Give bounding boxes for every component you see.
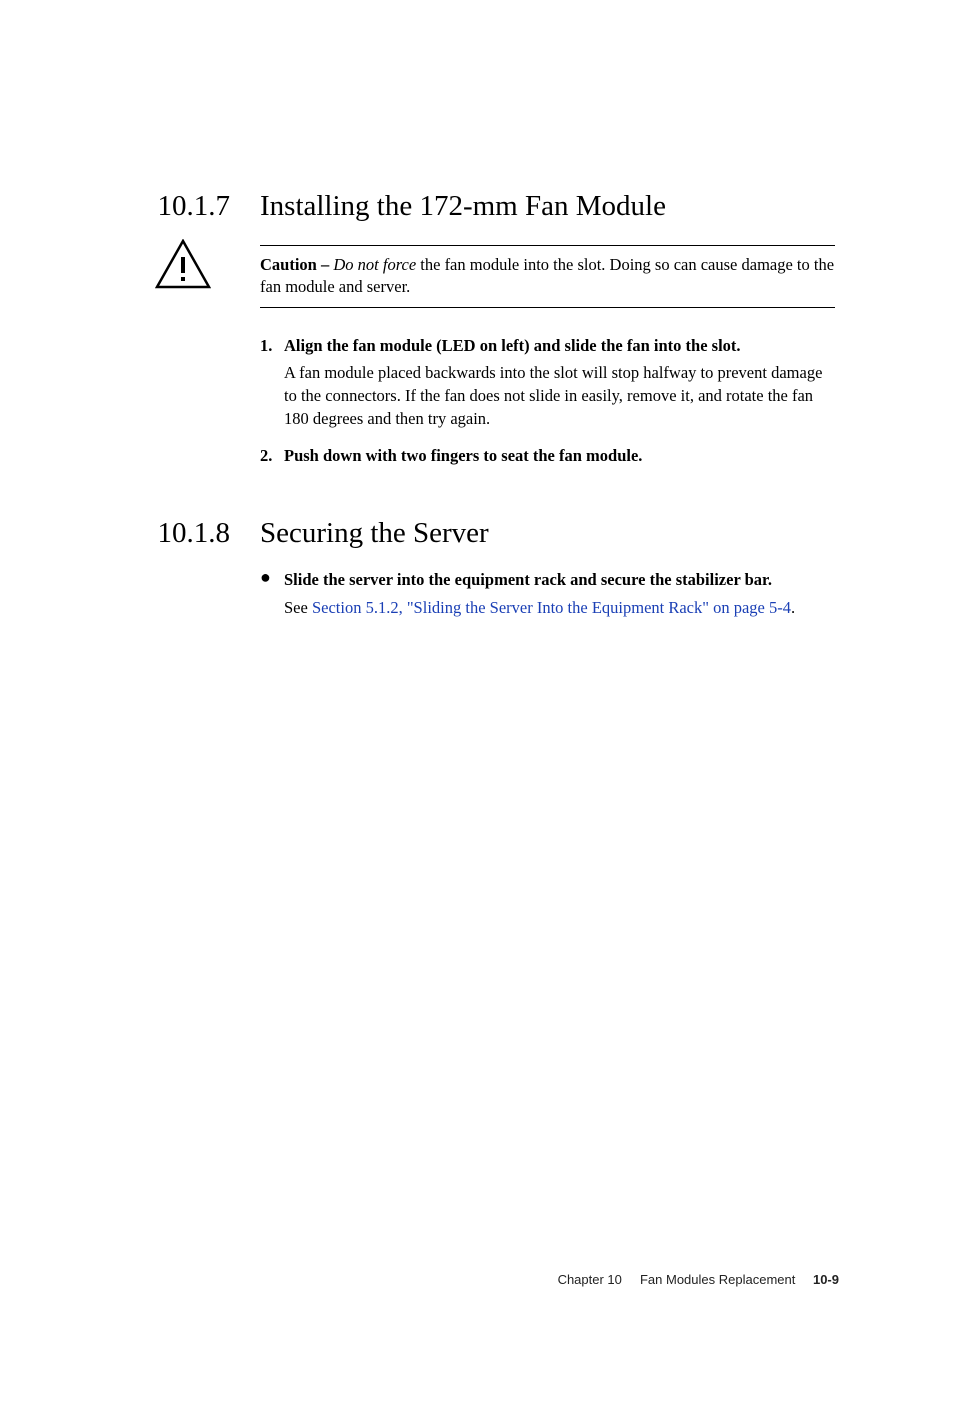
see-suffix: .: [791, 598, 795, 617]
caution-block: Caution – Do not force the fan module in…: [260, 245, 835, 308]
step-head: Push down with two fingers to seat the f…: [284, 444, 642, 467]
section-heading: 10.1.8 Securing the Server: [0, 517, 954, 550]
bullet-marker: ●: [260, 568, 284, 620]
step-number: 1.: [260, 334, 284, 430]
step-number: 2.: [260, 444, 284, 467]
caution-text: Caution – Do not force the fan module in…: [260, 246, 835, 307]
caution-label: Caution –: [260, 255, 329, 274]
section-title: Installing the 172-mm Fan Module: [260, 190, 666, 223]
bullet-item: ● Slide the server into the equipment ra…: [260, 568, 835, 620]
section-number: 10.1.7: [0, 190, 260, 223]
bullet-list: ● Slide the server into the equipment ra…: [260, 568, 835, 620]
page-footer: Chapter 10 Fan Modules Replacement 10-9: [558, 1272, 839, 1287]
step-item: 1. Align the fan module (LED on left) an…: [260, 334, 835, 430]
caution-emphasis: Do not force: [333, 255, 416, 274]
section-title: Securing the Server: [260, 517, 489, 550]
section-number: 10.1.8: [0, 517, 260, 550]
footer-chapter: Chapter 10: [558, 1272, 622, 1287]
step-desc: A fan module placed backwards into the s…: [284, 361, 835, 430]
see-prefix: See: [284, 598, 312, 617]
bullet-head: Slide the server into the equipment rack…: [284, 568, 795, 592]
caution-icon: [155, 239, 211, 294]
step-item: 2. Push down with two fingers to seat th…: [260, 444, 835, 467]
page-number: 10-9: [813, 1272, 839, 1287]
cross-reference-link[interactable]: Section 5.1.2, "Sliding the Server Into …: [312, 598, 791, 617]
ordered-steps: 1. Align the fan module (LED on left) an…: [260, 334, 835, 467]
footer-title: Fan Modules Replacement: [640, 1272, 795, 1287]
section-heading: 10.1.7 Installing the 172-mm Fan Module: [0, 190, 954, 223]
step-head: Align the fan module (LED on left) and s…: [284, 334, 835, 357]
bullet-see: See Section 5.1.2, "Sliding the Server I…: [284, 596, 795, 620]
